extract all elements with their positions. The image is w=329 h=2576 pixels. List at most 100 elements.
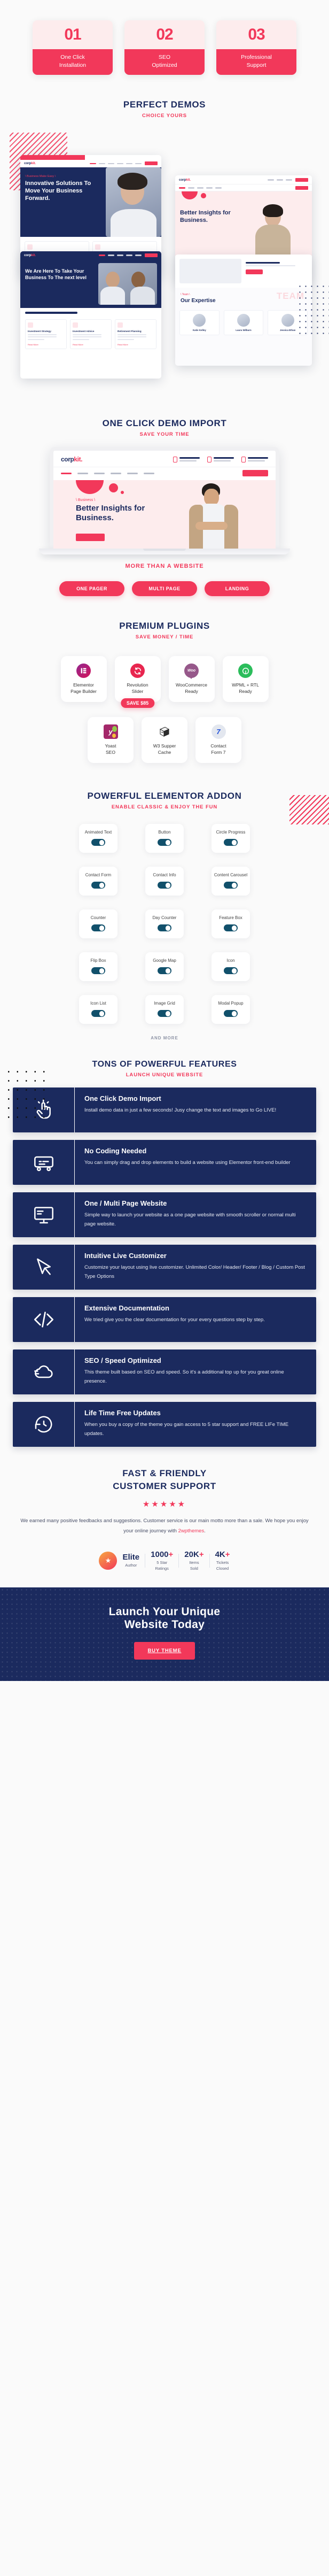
monitor-icon (13, 1192, 75, 1238)
feature-item: One / Multi Page Website Simple way to l… (13, 1192, 316, 1238)
plugin-name: Yoast SEO (105, 743, 116, 755)
pill-one-pager[interactable]: ONE PAGER (59, 581, 124, 597)
save-badge: SAVE $85 (120, 698, 155, 708)
section-title: TONS OF POWERFUL FEATURES (92, 1060, 237, 1069)
widget-label: Image Grid (154, 1001, 175, 1006)
toggle-switch[interactable] (224, 1010, 238, 1017)
widget-toggle-modal-popup[interactable]: Modal Popup (212, 995, 250, 1024)
product-landing-page: 01 One Click Installation 02 SEO Optimiz… (0, 0, 329, 1682)
widget-toggle-circle-progress[interactable]: Circle Progress (212, 824, 250, 853)
svg-text:W3: W3 (161, 731, 165, 734)
plugin-revolution-slider: Revolution Slider SAVE $85 (114, 656, 161, 708)
elementor-icon (76, 664, 91, 678)
widget-toggle-icon[interactable]: Icon (212, 952, 250, 982)
widget-toggle-content-carousel[interactable]: Content Carousel (212, 867, 250, 896)
yoast-seo-icon: y (103, 724, 118, 739)
toggle-switch[interactable] (91, 967, 105, 975)
stat-items-sold: 20K+ Items Sold (184, 1550, 203, 1571)
cloud-speed-icon (13, 1349, 75, 1395)
refresh-clock-icon (13, 1402, 75, 1447)
highlight-number: 01 (33, 20, 113, 49)
widget-label: Content Carousel (214, 873, 248, 878)
page-type-pills: ONE PAGER MULTI PAGE LANDING (0, 581, 329, 597)
demo-screenshots: corpkit. \ Business Make Easy \ Innovati… (0, 128, 329, 396)
feature-item: Intuitive Live Customizer Customize your… (13, 1245, 316, 1290)
plugin-name: WooCommerce Ready (176, 682, 207, 695)
toggle-switch[interactable] (224, 882, 238, 889)
widget-toggle-button[interactable]: Button (145, 824, 184, 853)
stat-label: Author (125, 1563, 137, 1568)
support-title-line2: CUSTOMER SUPPORT (113, 1481, 216, 1492)
stat-label: Items Sold (189, 1560, 199, 1571)
section-subtitle: SAVE MONEY / TIME (135, 634, 194, 641)
widget-toggle-google-map[interactable]: Google Map (145, 952, 184, 982)
widget-label: Modal Popup (218, 1001, 244, 1006)
widget-toggle-grid: Animated Text Button Circle Progress Con… (0, 824, 329, 1024)
plugin-row-2: y Yoast SEO W3 W3 Supper Cache 7 Contact… (0, 717, 329, 763)
w3-total-cache-icon: W3 (158, 724, 172, 739)
service-card: Investment Advice Read More (70, 319, 112, 349)
woocommerce-icon: Woo (184, 664, 199, 680)
contact-form-7-icon: 7 (211, 724, 226, 739)
toggle-switch[interactable] (224, 924, 238, 932)
highlight-card-2: 02 SEO Optimized (124, 20, 205, 75)
feature-desc: You can simply drag and drop elements to… (84, 1160, 291, 1166)
feature-item: Extensive Documentation We tried give yo… (13, 1297, 316, 1343)
widget-toggle-image-grid[interactable]: Image Grid (145, 995, 184, 1024)
laptop-cta-button (242, 470, 268, 477)
toggle-switch[interactable] (158, 882, 171, 889)
premium-plugins-heading: PREMIUM PLUGINS SAVE MONEY / TIME (0, 621, 329, 640)
pill-landing[interactable]: LANDING (205, 581, 270, 597)
elite-author-badge-icon: ★ (99, 1552, 118, 1570)
feature-title: One Click Demo Import (84, 1094, 161, 1103)
widget-label: Counter (90, 915, 106, 921)
demo-screenshot-4[interactable]: \ Team \ Our Expertise TEAM Katie Kelley… (175, 254, 312, 366)
features-heading-wrap: TONS OF POWERFUL FEATURES LAUNCH UNIQUE … (0, 1060, 329, 1119)
widget-toggle-contact-info[interactable]: Contact Info (145, 867, 184, 896)
stat-value: Elite (122, 1553, 140, 1562)
buy-theme-button[interactable]: BUY THEME (134, 1642, 195, 1660)
widget-toggle-animated-text[interactable]: Animated Text (79, 824, 118, 853)
toggle-switch[interactable] (91, 1010, 105, 1017)
toggle-switch[interactable] (158, 839, 171, 846)
demo-heading: We Are Here To Take Your Business To The… (25, 268, 87, 280)
widget-toggle-feature-box[interactable]: Feature Box (212, 909, 250, 939)
highlight-card-3: 03 Professional Support (216, 20, 296, 75)
revolution-slider-icon (130, 664, 145, 678)
stat-label: 5 Star Ratings (155, 1560, 169, 1571)
widget-toggle-flip-box[interactable]: Flip Box (79, 952, 118, 982)
toggle-switch[interactable] (224, 839, 238, 846)
widget-toggle-counter[interactable]: Counter (79, 909, 118, 939)
support-link[interactable]: 2wpthemes (178, 1528, 205, 1534)
stat-label: Tickets Closed (216, 1560, 229, 1571)
demo-kicker: \ Business Make Easy \ (25, 175, 56, 179)
feature-desc: Install demo data in just a few seconds!… (84, 1107, 277, 1114)
widget-toggle-contact-form[interactable]: Contact Form (79, 867, 118, 896)
section-title: ONE CLICK DEMO IMPORT (102, 418, 227, 429)
demo-screenshot-3[interactable]: corpkit. We Are Here To Take Your Busine… (20, 251, 161, 379)
toggle-switch[interactable] (91, 924, 105, 932)
toggle-switch[interactable] (158, 967, 171, 975)
service-card: Investment Strategy Read More (25, 319, 67, 349)
feature-title: No Coding Needed (84, 1147, 147, 1155)
toggle-switch[interactable] (91, 839, 105, 846)
highlight-label: One Click Installation (33, 49, 113, 75)
pill-multi-page[interactable]: MULTI PAGE (132, 581, 197, 597)
toggle-switch[interactable] (224, 967, 238, 975)
widget-label: Flip Box (90, 958, 106, 963)
toggle-switch[interactable] (158, 924, 171, 932)
feature-title: Intuitive Live Customizer (84, 1252, 167, 1260)
section-title: PREMIUM PLUGINS (119, 621, 210, 631)
widget-toggle-icon-list[interactable]: Icon List (79, 995, 118, 1024)
feature-desc: Customize your layout using live customi… (84, 1264, 305, 1280)
widget-toggle-day-counter[interactable]: Day Counter (145, 909, 184, 939)
section-subtitle: CHOICE YOURS (142, 113, 187, 119)
service-card: Retirement Planning Read More (115, 319, 156, 349)
plugin-name: Elementor Page Builder (70, 682, 97, 695)
demo-cta-button (145, 161, 158, 166)
toggle-switch[interactable] (158, 1010, 171, 1017)
widget-label: Contact Info (153, 873, 176, 878)
feature-list: One Click Demo Import Install demo data … (0, 1088, 329, 1447)
toggle-switch[interactable] (91, 882, 105, 889)
plugin-w3-super-cache: W3 W3 Supper Cache (142, 717, 187, 763)
